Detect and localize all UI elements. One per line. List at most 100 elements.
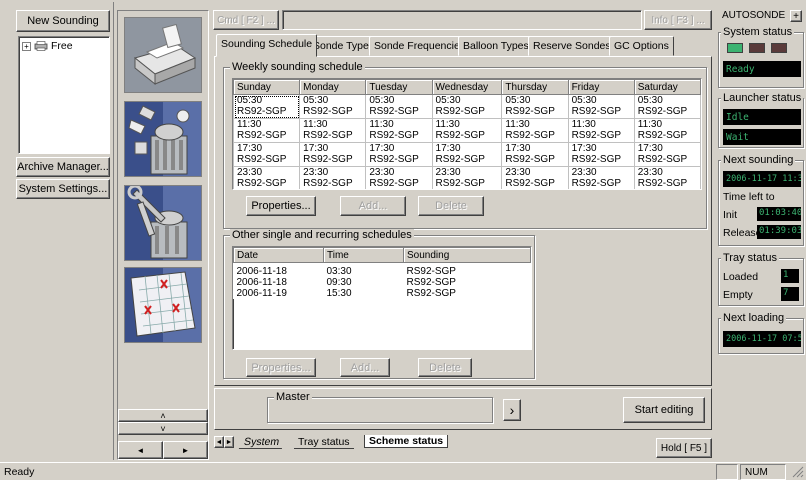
weekly-cell-sonde: RS92-SGP — [505, 106, 555, 117]
weekly-cell-sonde: RS92-SGP — [435, 130, 485, 141]
scroll-left-button[interactable]: ◄ — [118, 441, 163, 459]
weekly-cell[interactable]: 17:30 RS92-SGP — [233, 142, 301, 167]
weekly-cell[interactable]: 11:30 RS92-SGP — [501, 118, 569, 143]
start-editing-button[interactable]: Start editing — [623, 397, 705, 423]
tab-gc-options[interactable]: GC Options — [609, 36, 674, 56]
cmd-button[interactable]: Cmd [ F2 ] ... — [213, 10, 279, 30]
weekly-cell[interactable]: 11:30 RS92-SGP — [567, 118, 635, 143]
tab-tray-status[interactable]: Tray status — [294, 436, 354, 449]
tray-status-group: Tray status Loaded 1 Empty 7 — [718, 252, 804, 306]
weekly-cell[interactable]: 11:30 RS92-SGP — [431, 118, 503, 143]
sounding-tree[interactable]: + Free — [18, 36, 110, 154]
weekly-cell[interactable]: 05:30 RS92-SGP — [299, 94, 367, 119]
weekly-header-2[interactable]: Tuesday — [365, 79, 433, 95]
other-row[interactable]: 2006-11-18 03:30 RS92-SGP — [234, 263, 531, 278]
other-properties-button[interactable]: Properties... — [246, 358, 316, 377]
weekly-header-3[interactable]: Wednesday — [431, 79, 503, 95]
other-header-0[interactable]: Date — [233, 247, 324, 263]
weekly-cell[interactable]: 17:30 RS92-SGP — [501, 142, 569, 167]
tab-sonde-frequencies[interactable]: Sonde Frequencies — [369, 36, 471, 56]
command-field[interactable] — [282, 10, 642, 30]
weekly-properties-button[interactable]: Properties... — [246, 196, 316, 216]
weekly-row[interactable]: 05:30 RS92-SGP 05:30 RS92-SGP 05:30 RS92-SGP 0… — [233, 94, 701, 119]
weekly-cell-time: 05:30 — [505, 95, 531, 106]
weekly-cell[interactable]: 11:30 RS92-SGP — [365, 118, 433, 143]
weekly-cell[interactable]: 17:30 RS92-SGP — [365, 142, 433, 167]
weekly-cell[interactable]: 05:30 RS92-SGP — [567, 94, 635, 119]
other-add-button[interactable]: Add... — [340, 358, 390, 377]
init-time-display: 01:03:40 — [757, 207, 801, 221]
weekly-cell[interactable]: 05:30 RS92-SGP — [431, 94, 503, 119]
weekly-cell[interactable]: 11:30 RS92-SGP — [633, 118, 701, 143]
weekly-cell[interactable]: 05:30 RS92-SGP — [633, 94, 701, 119]
weekly-cell-time: 11:30 — [303, 119, 328, 130]
weekly-cell[interactable]: 23:30 RS92-SGP — [431, 166, 503, 189]
tools-icon[interactable] — [124, 184, 202, 261]
printer-sounding-icon[interactable] — [124, 17, 202, 93]
tab-sounding-schedule[interactable]: Sounding Schedule — [216, 34, 318, 57]
weekly-schedule-table[interactable]: Sunday Monday Tuesday Wednesday Thursday Frid… — [232, 78, 702, 190]
tab-reserve-sondes[interactable]: Reserve Sondes — [528, 36, 616, 56]
weekly-cell[interactable]: 11:30 RS92-SGP — [299, 118, 367, 143]
weekly-cell[interactable]: 23:30 RS92-SGP — [633, 166, 701, 189]
other-delete-button[interactable]: Delete — [418, 358, 472, 377]
expand-button[interactable]: + — [790, 10, 802, 22]
weekly-header-0[interactable]: Sunday — [233, 79, 301, 95]
num-lock-indicator: NUM — [740, 464, 786, 480]
weekly-cell[interactable]: 17:30 RS92-SGP — [567, 142, 635, 167]
weekly-row[interactable]: 11:30 RS92-SGP 11:30 RS92-SGP 11:30 RS92-SGP 1… — [233, 118, 701, 143]
hold-button[interactable]: Hold [ F5 ] — [656, 438, 712, 458]
other-row[interactable]: 2006-11-19 15:30 RS92-SGP — [234, 288, 531, 299]
scroll-right-button[interactable]: ► — [163, 441, 208, 459]
archive-manager-button[interactable]: Archive Manager... — [16, 157, 110, 177]
weekly-cell[interactable]: 23:30 RS92-SGP — [299, 166, 367, 189]
weekly-header-4[interactable]: Thursday — [501, 79, 569, 95]
weekly-row[interactable]: 17:30 RS92-SGP 17:30 RS92-SGP 17:30 RS92-SGP 1… — [233, 142, 701, 167]
weekly-cell[interactable]: 05:30 RS92-SGP — [501, 94, 569, 119]
tab-scheme-status[interactable]: Scheme status — [364, 435, 449, 448]
weekly-cell-time: 05:30 — [571, 95, 597, 106]
tab-scroll-left-button[interactable]: ◄ — [214, 436, 224, 448]
expand-icon[interactable]: + — [22, 41, 31, 51]
weekly-header-6[interactable]: Saturday — [633, 79, 701, 95]
weekly-cell-sonde: RS92-SGP — [237, 154, 287, 165]
weekly-cell[interactable]: 17:30 RS92-SGP — [431, 142, 503, 167]
weekly-cell[interactable]: 23:30 RS92-SGP — [233, 166, 301, 189]
weekly-cell[interactable]: 17:30 RS92-SGP — [633, 142, 701, 167]
new-sounding-button[interactable]: New Sounding — [16, 10, 110, 32]
master-arrow-button[interactable]: › — [503, 399, 521, 421]
weekly-cell-time: 17:30 — [571, 143, 597, 154]
weekly-cell-sonde: RS92-SGP — [637, 178, 688, 189]
other-header-1[interactable]: Time — [323, 247, 404, 263]
balloon-launcher-icon[interactable] — [124, 101, 202, 177]
tree-item-free[interactable]: + Free — [22, 40, 73, 52]
weekly-cell[interactable]: 17:30 RS92-SGP — [299, 142, 367, 167]
other-row[interactable]: 2006-11-18 09:30 RS92-SGP — [234, 277, 531, 288]
empty-label: Empty — [723, 289, 753, 301]
calendar-schedule-icon[interactable] — [124, 267, 202, 343]
scroll-down-button[interactable]: ˅ — [118, 422, 208, 435]
tab-balloon-types[interactable]: Balloon Types — [458, 36, 534, 56]
weekly-add-button[interactable]: Add... — [340, 196, 406, 216]
weekly-row[interactable]: 23:30 RS92-SGP 23:30 RS92-SGP 23:30 RS92-SGP 2… — [233, 166, 701, 189]
time-left-label: Time left to — [723, 191, 775, 203]
scroll-up-button[interactable]: ˄ — [118, 409, 208, 422]
weekly-cell[interactable]: 05:30 RS92-SGP — [365, 94, 433, 119]
weekly-cell[interactable]: 23:30 RS92-SGP — [501, 166, 569, 189]
tab-system[interactable]: System — [238, 436, 285, 449]
info-button[interactable]: Info [ F3 ] ... — [644, 10, 712, 30]
weekly-cell[interactable]: 23:30 RS92-SGP — [365, 166, 433, 189]
tab-scroll-right-button[interactable]: ► — [224, 436, 234, 448]
weekly-cell[interactable]: 05:30 RS92-SGP — [233, 94, 301, 119]
weekly-cell[interactable]: 23:30 RS92-SGP — [567, 166, 635, 189]
weekly-cell[interactable]: 11:30 RS92-SGP — [233, 118, 301, 143]
other-schedules-table[interactable]: Date Time Sounding 2006-11-18 03:30 RS92-SGP… — [232, 246, 532, 350]
weekly-header-1[interactable]: Monday — [299, 79, 367, 95]
system-settings-button[interactable]: System Settings... — [16, 179, 110, 199]
other-header-2[interactable]: Sounding — [403, 247, 531, 263]
weekly-header-5[interactable]: Friday — [567, 79, 635, 95]
resize-grip-icon[interactable] — [788, 464, 804, 480]
weekly-cell-time: 05:30 — [369, 95, 395, 106]
weekly-delete-button[interactable]: Delete — [418, 196, 484, 216]
weekly-cell-time: 05:30 — [435, 95, 461, 106]
